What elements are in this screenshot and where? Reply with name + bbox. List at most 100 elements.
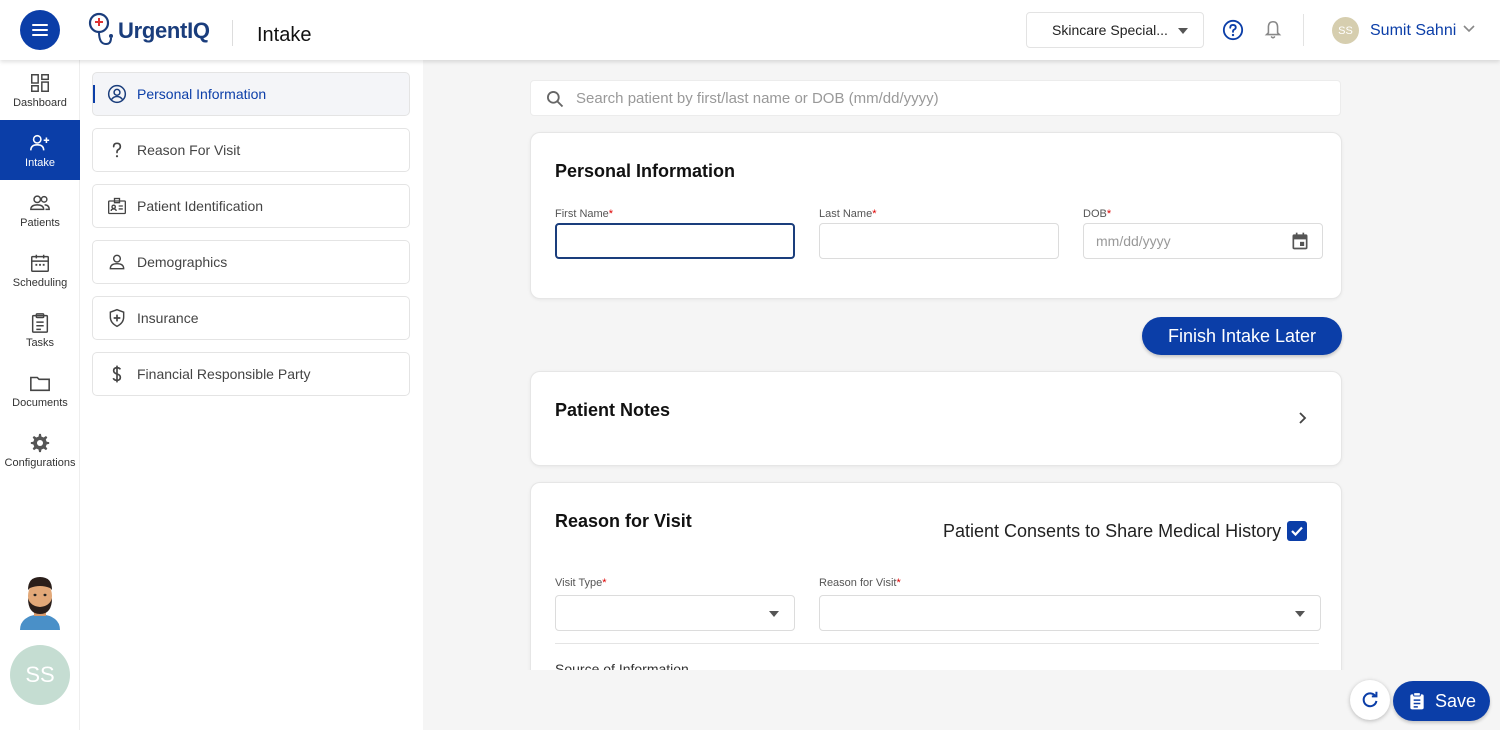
section-personal-information[interactable]: Personal Information: [92, 72, 410, 116]
caret-down-icon: [1295, 611, 1305, 617]
header-separator: [1303, 14, 1304, 46]
logo[interactable]: UrgentIQ: [86, 11, 210, 51]
search-icon: [547, 91, 564, 108]
required-mark: *: [872, 208, 877, 220]
people-icon: [30, 194, 50, 210]
label-text: DOB: [1083, 208, 1107, 220]
help-icon[interactable]: [1222, 19, 1244, 41]
folder-icon: [30, 376, 50, 391]
app-header: UrgentIQ Intake Skincare Special... SS S…: [0, 0, 1500, 60]
section-label: Reason For Visit: [137, 142, 241, 158]
gear-icon: [30, 433, 50, 452]
account-circle-icon: [107, 84, 127, 104]
dob-label: DOB*: [1083, 208, 1111, 220]
checkmark-icon: [1291, 526, 1303, 537]
clipboard-icon: [1410, 692, 1424, 710]
scroll-mask: [423, 670, 1500, 730]
calendar-icon: [31, 254, 49, 272]
label-text: Last Name: [819, 208, 873, 220]
patient-search[interactable]: [530, 80, 1341, 116]
dollar-icon: [112, 365, 122, 383]
patient-notes-card[interactable]: Patient Notes: [530, 371, 1342, 466]
first-name-label: First Name*: [555, 208, 613, 220]
save-label: Save: [1434, 690, 1477, 711]
bell-icon[interactable]: [1262, 19, 1284, 41]
section-demographics[interactable]: Demographics: [92, 240, 410, 284]
clipboard-icon: [31, 312, 49, 333]
header-divider: [232, 20, 233, 46]
visit-type-select[interactable]: [555, 595, 795, 631]
visit-type-label: Visit Type*: [555, 577, 607, 589]
logo-text: UrgentIQ: [118, 18, 210, 43]
first-name-input[interactable]: [555, 223, 795, 259]
last-name-label: Last Name*: [819, 208, 876, 220]
search-input[interactable]: [576, 89, 1316, 107]
nav-label: Documents: [12, 396, 68, 409]
shield-plus-icon: [109, 308, 125, 328]
user-avatar[interactable]: SS: [1332, 17, 1359, 44]
finish-intake-later-button[interactable]: Finish Intake Later: [1142, 317, 1342, 355]
section-label: Financial Responsible Party: [137, 366, 311, 382]
page-title: Intake: [257, 24, 312, 46]
nav-label: Patients: [20, 216, 60, 229]
required-mark: *: [608, 208, 614, 220]
id-card-icon: [108, 197, 126, 215]
main-content: Personal Information First Name* Last Na…: [423, 60, 1500, 730]
caret-down-icon: [769, 611, 779, 617]
personal-information-card: Personal Information First Name* Last Na…: [530, 132, 1342, 299]
chevron-down-icon[interactable]: [1462, 24, 1476, 34]
save-button[interactable]: Save: [1393, 681, 1490, 721]
refresh-button[interactable]: [1350, 680, 1390, 720]
required-mark: *: [896, 577, 901, 589]
section-label: Patient Identification: [137, 198, 264, 214]
user-avatar-large[interactable]: SS: [10, 645, 70, 705]
reason-for-visit-select[interactable]: [819, 595, 1321, 631]
section-label: Insurance: [137, 310, 199, 326]
nav-configurations[interactable]: Configurations: [0, 420, 80, 480]
nav-documents[interactable]: Documents: [0, 360, 80, 420]
section-patient-identification[interactable]: Patient Identification: [92, 184, 410, 228]
section-insurance[interactable]: Insurance: [92, 296, 410, 340]
calendar-icon[interactable]: [1290, 231, 1310, 251]
nav-intake[interactable]: Intake: [0, 120, 80, 180]
section-nav: Personal Information Reason For Visit Pa…: [80, 60, 423, 730]
card-title: Reason for Visit: [555, 511, 692, 531]
hamburger-icon: [32, 24, 48, 36]
section-label: Personal Information: [137, 86, 267, 102]
nav-label: Dashboard: [13, 96, 67, 109]
location-select[interactable]: Skincare Special...: [1026, 12, 1204, 48]
card-title: Patient Notes: [555, 400, 671, 420]
last-name-input[interactable]: [819, 223, 1059, 259]
dashboard-icon: [31, 73, 49, 92]
section-divider: [555, 643, 1319, 644]
nav-scheduling[interactable]: Scheduling: [0, 240, 80, 300]
user-illustration-icon: [20, 577, 60, 630]
consent-checkbox[interactable]: [1287, 521, 1307, 541]
question-icon: [112, 142, 122, 158]
nav-label: Tasks: [25, 336, 55, 349]
user-name[interactable]: Sumit Sahni: [1370, 22, 1456, 40]
nav-label: Intake: [25, 156, 55, 169]
label-text: First Name: [555, 208, 609, 220]
consent-label: Patient Consents to Share Medical Histor…: [943, 521, 1282, 541]
nav-patients[interactable]: Patients: [0, 180, 80, 240]
menu-button[interactable]: [20, 10, 60, 50]
label-text: Reason for Visit: [819, 577, 897, 589]
nav-tasks[interactable]: Tasks: [0, 300, 80, 360]
section-label: Demographics: [137, 254, 228, 270]
caret-down-icon: [1178, 28, 1188, 34]
nav-dashboard[interactable]: Dashboard: [0, 60, 80, 120]
nav-label: Configurations: [4, 456, 76, 469]
stethoscope-logo-icon: [88, 12, 113, 46]
reason-for-visit-label: Reason for Visit*: [819, 577, 901, 589]
section-financial-responsible-party[interactable]: Financial Responsible Party: [92, 352, 410, 396]
required-mark: *: [602, 577, 607, 589]
person-icon: [109, 254, 125, 270]
label-text: Visit Type: [555, 577, 603, 589]
left-nav: Dashboard Intake Patients Scheduling Tas…: [0, 60, 80, 730]
section-reason-for-visit[interactable]: Reason For Visit: [92, 128, 410, 172]
required-mark: *: [1106, 208, 1112, 220]
dob-input[interactable]: [1083, 223, 1323, 259]
location-select-value: Skincare Special...: [1052, 22, 1168, 38]
chevron-right-icon[interactable]: [1298, 411, 1308, 425]
